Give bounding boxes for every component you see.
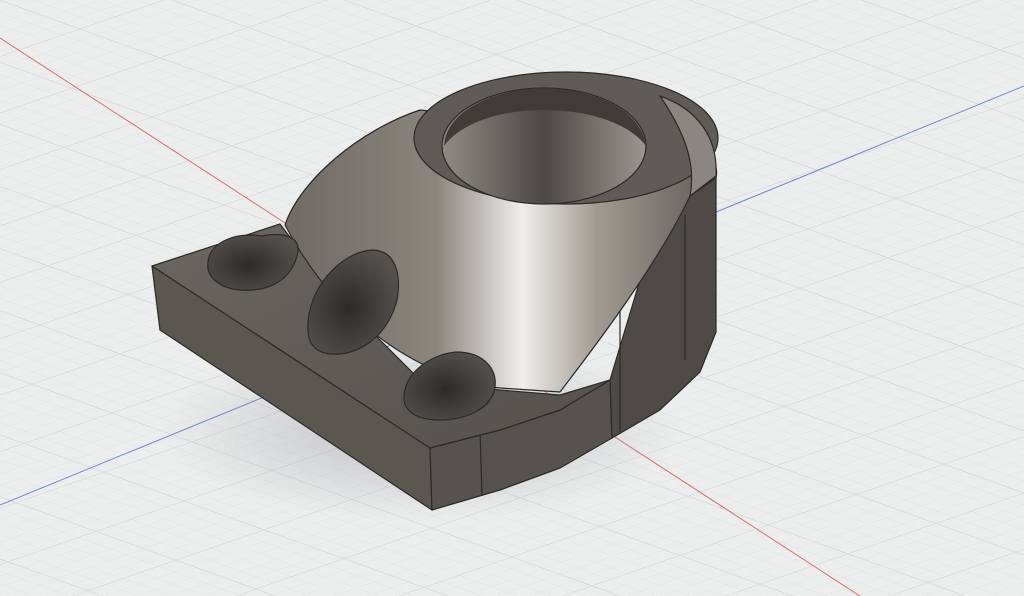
viewport-canvas[interactable] [0,0,1024,596]
3d-viewport[interactable] [0,0,1024,596]
